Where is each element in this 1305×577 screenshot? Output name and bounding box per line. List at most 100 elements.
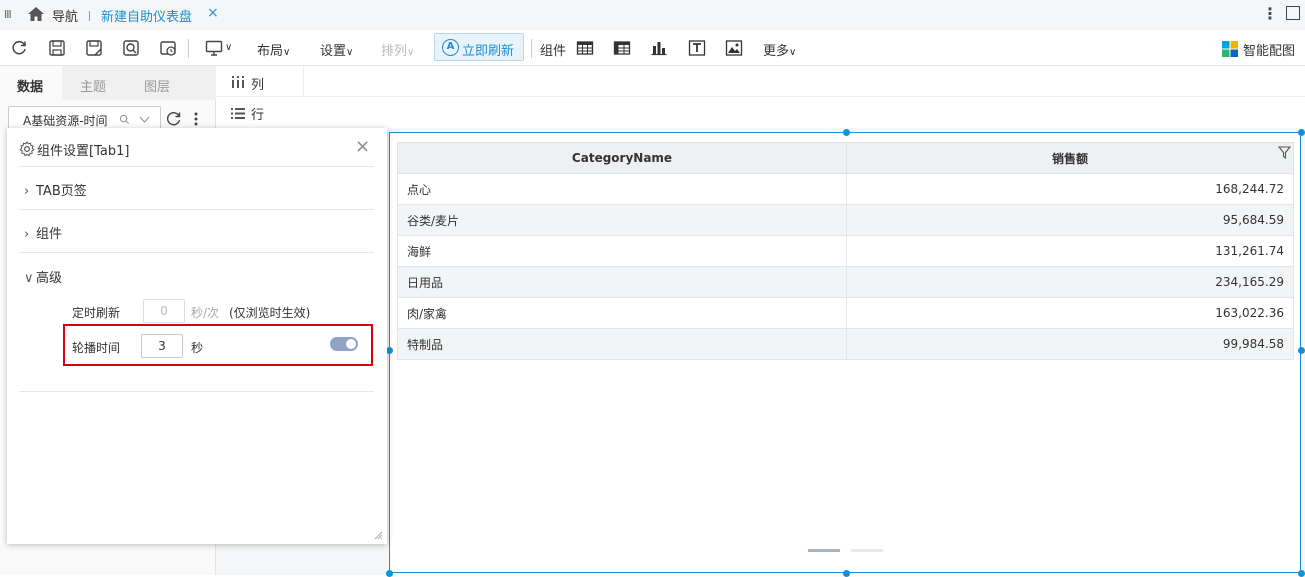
resize-handle[interactable] (843, 570, 850, 577)
close-tab-icon[interactable]: × (207, 5, 219, 21)
resize-handle[interactable] (1298, 570, 1305, 577)
filter-icon[interactable] (1278, 146, 1291, 159)
monitor-chevron-icon[interactable]: ∨ (225, 42, 232, 53)
tab-dashboard[interactable]: 新建自助仪表盘 (101, 6, 192, 25)
chevron-right-icon: › (24, 184, 30, 199)
component-label: 组件 (540, 44, 567, 59)
tab-theme[interactable]: 主题 (80, 76, 106, 95)
table-row: 日用品 234,165.29 (397, 266, 1294, 298)
divider (19, 166, 374, 167)
resize-handle[interactable] (386, 347, 393, 354)
save-as-icon[interactable] (85, 39, 103, 57)
table-row: 海鲜 131,261.74 (397, 235, 1294, 267)
timed-refresh-unit: 秒/次 (191, 306, 220, 320)
home-icon[interactable] (27, 5, 45, 23)
crosstab-icon[interactable] (613, 39, 631, 57)
tab-layers[interactable]: 图层 (144, 76, 170, 95)
chevron-down-icon: ∨ (24, 271, 34, 286)
row-icon (231, 108, 245, 119)
text-box-icon[interactable] (688, 39, 706, 57)
toolbar-separator (531, 39, 532, 58)
tab-separator (89, 11, 90, 21)
table-icon[interactable] (576, 39, 594, 57)
datasource-menu-icon[interactable] (193, 111, 199, 127)
search-icon (119, 114, 130, 125)
resize-handle[interactable] (386, 570, 393, 577)
divider (303, 66, 304, 96)
toolbar: ∨ 布局∨ 设置∨ 排列∨ A 立即刷新 组件 更多∨ 智能配图 (0, 30, 1305, 66)
maximize-icon[interactable] (1286, 6, 1300, 20)
table-header-row: CategoryName 销售额 (397, 142, 1294, 174)
layout-menu[interactable]: 布局∨ (257, 40, 290, 59)
category-cell: 海鲜 (397, 235, 847, 267)
carousel-toggle[interactable] (330, 337, 358, 351)
schedule-icon[interactable] (159, 39, 177, 57)
refresh-icon[interactable] (10, 39, 28, 57)
sales-cell: 168,244.72 (846, 173, 1294, 205)
table-row: 肉/家禽 163,022.36 (397, 297, 1294, 329)
more-menu[interactable]: 更多∨ (763, 40, 796, 59)
auto-refresh-icon: A (442, 39, 459, 56)
carousel-page-indicator-2[interactable] (851, 549, 883, 552)
gear-icon (19, 141, 35, 157)
sales-cell: 95,684.59 (846, 204, 1294, 236)
row-label: 行 (251, 108, 265, 123)
timed-refresh-label: 定时刷新 (72, 306, 121, 320)
section-advanced[interactable]: ∨ 高级 (24, 267, 62, 286)
highlight-annotation (63, 324, 373, 366)
more-options-icon[interactable]: ⋮ (1262, 4, 1278, 23)
field-drop-area: 列 行 (216, 66, 1305, 128)
save-icon[interactable] (48, 39, 66, 57)
data-table: CategoryName 销售额 点心 168,244.72 谷类/麦片 95,68… (397, 142, 1294, 360)
refresh-datasource-icon[interactable] (166, 111, 182, 127)
column-label: 列 (251, 78, 265, 93)
tab-bar: III 导航 新建自助仪表盘 × ⋮ (0, 0, 1305, 30)
close-icon[interactable]: × (355, 136, 370, 157)
sales-cell: 163,022.36 (846, 297, 1294, 329)
table-row: 谷类/麦片 95,684.59 (397, 204, 1294, 236)
sales-cell: 99,984.58 (846, 328, 1294, 360)
toggle-knob (346, 339, 356, 349)
smart-color-icon (1222, 41, 1238, 57)
image-icon[interactable] (725, 39, 743, 57)
toolbar-separator (188, 39, 189, 58)
table-row: 点心 168,244.72 (397, 173, 1294, 205)
settings-menu[interactable]: 设置∨ (320, 40, 353, 59)
section-tab-page[interactable]: › TAB页签 (24, 180, 87, 199)
monitor-icon[interactable] (205, 39, 223, 57)
category-cell: 点心 (397, 173, 847, 205)
arrange-menu[interactable]: 排列∨ (381, 40, 414, 59)
resize-grip-icon[interactable] (373, 530, 383, 540)
section-component[interactable]: › 组件 (24, 223, 62, 242)
divider (216, 96, 1305, 97)
divider (19, 391, 374, 392)
resize-handle[interactable] (1298, 129, 1305, 136)
nav-label[interactable]: 导航 (52, 6, 78, 25)
tab-data[interactable]: 数据 (17, 76, 43, 95)
menu-icon[interactable]: III (4, 8, 12, 21)
timed-refresh-note: (仅浏览时生效) (229, 306, 311, 320)
carousel-page-indicator-1[interactable] (808, 549, 840, 552)
sales-cell: 131,261.74 (846, 235, 1294, 267)
header-sales[interactable]: 销售额 (846, 142, 1294, 174)
category-cell: 日用品 (397, 266, 847, 298)
category-cell: 谷类/麦片 (397, 204, 847, 236)
bar-chart-icon[interactable] (650, 39, 668, 57)
timed-refresh-input[interactable]: 0 (143, 299, 185, 323)
table-row: 特制品 99,984.58 (397, 328, 1294, 360)
settings-title: 组件设置[Tab1] (37, 144, 130, 159)
divider (19, 209, 374, 210)
smart-color-button[interactable]: 智能配图 (1243, 40, 1295, 59)
resize-handle[interactable] (1298, 347, 1305, 354)
category-cell: 肉/家禽 (397, 297, 847, 329)
chevron-right-icon: › (24, 227, 30, 242)
header-category-name[interactable]: CategoryName (397, 142, 847, 174)
category-cell: 特制品 (397, 328, 847, 360)
refresh-now-button[interactable]: A 立即刷新 (434, 33, 524, 61)
preview-icon[interactable] (122, 39, 140, 57)
sales-cell: 234,165.29 (846, 266, 1294, 298)
divider (19, 252, 374, 253)
column-icon (232, 76, 244, 88)
chevron-down-icon (139, 116, 150, 123)
resize-handle[interactable] (843, 129, 850, 136)
